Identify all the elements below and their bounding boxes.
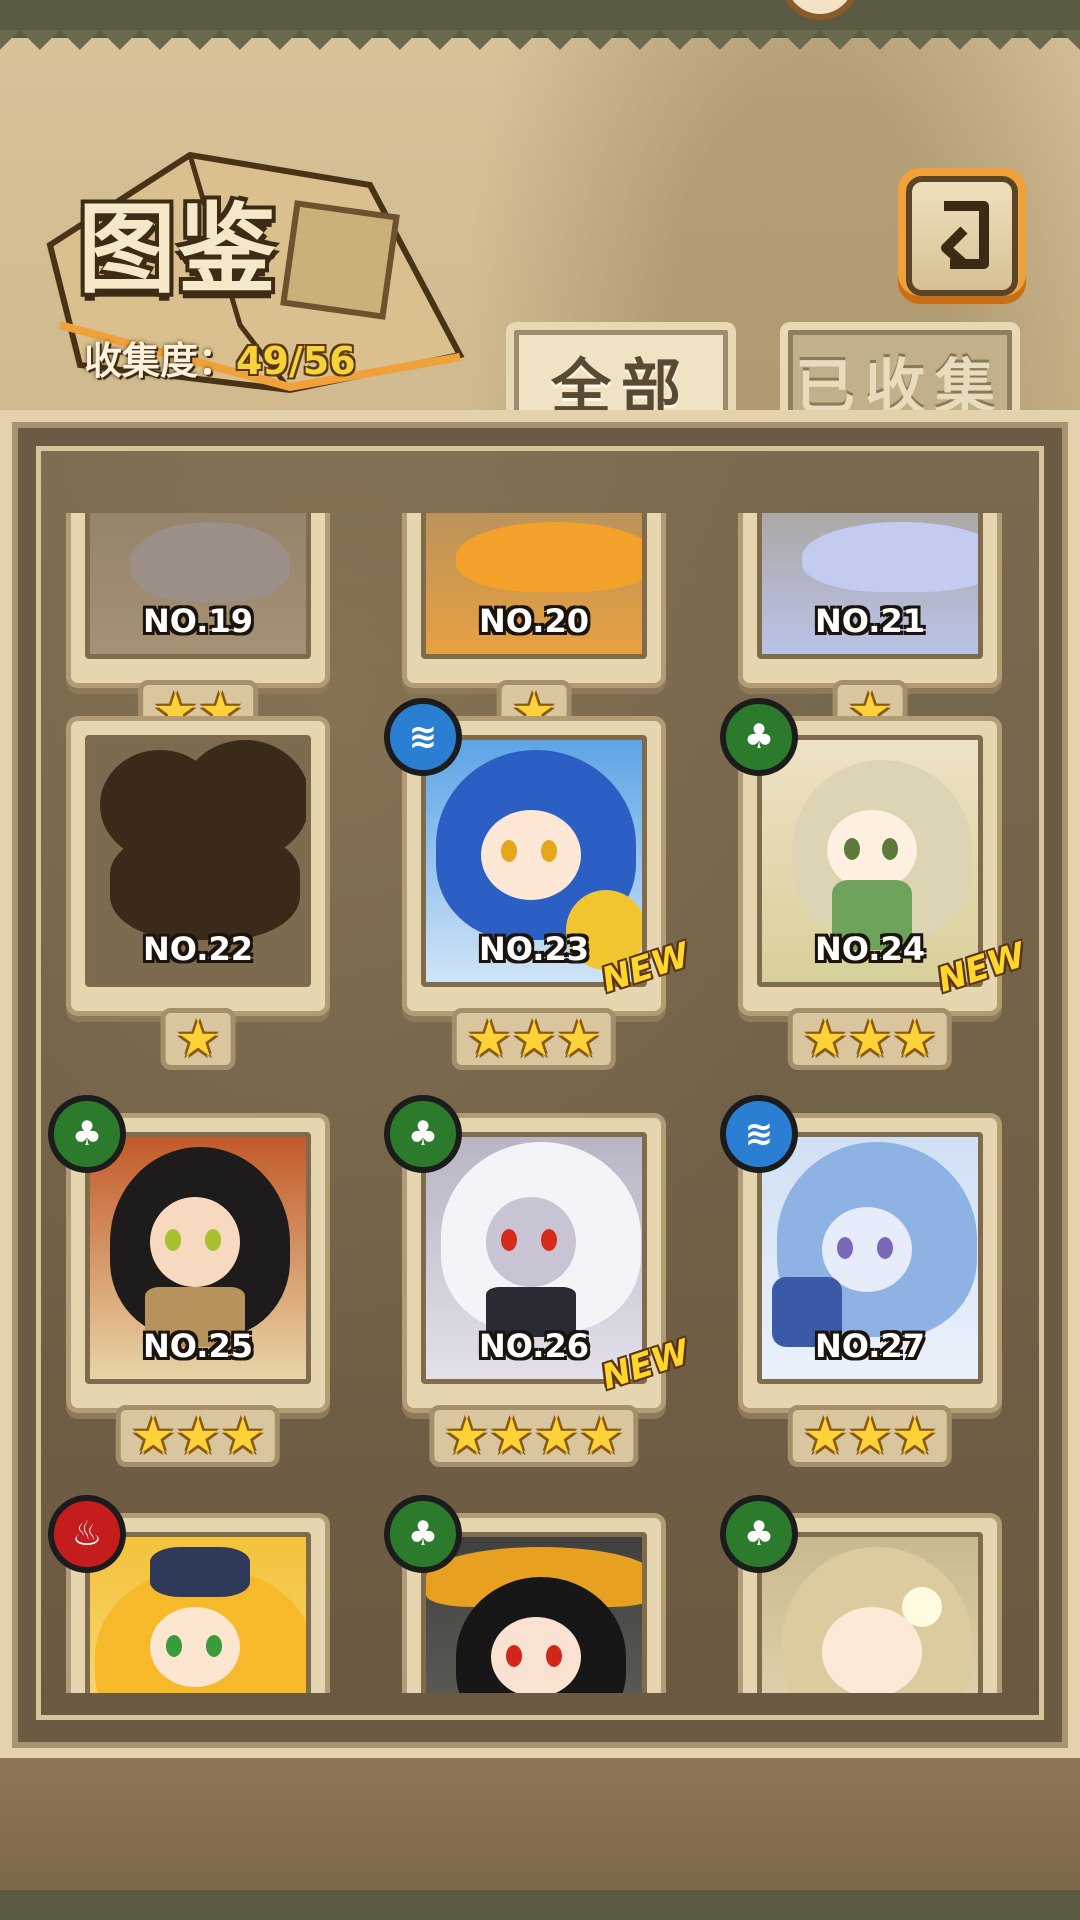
stars: ★ bbox=[175, 1010, 221, 1068]
back-button[interactable] bbox=[898, 168, 1026, 304]
back-arrow-icon bbox=[941, 201, 989, 269]
collection-progress: 收集度：49/56 bbox=[84, 330, 356, 383]
stars: ★★★ bbox=[802, 1010, 938, 1068]
monster-card-27[interactable]: ≋ NO.27 ★★★ bbox=[720, 1095, 1020, 1483]
monster-card-29[interactable]: ♣ bbox=[384, 1495, 684, 1693]
page-title: 图鉴 bbox=[78, 192, 279, 307]
leaf-element-icon: ♣ bbox=[384, 1495, 462, 1573]
card-number: NO.25 bbox=[143, 1327, 253, 1365]
stars: ★★★★ bbox=[444, 1407, 624, 1465]
top-border bbox=[0, 30, 1080, 70]
monster-card-26[interactable]: ♣ NO.26 NEW ★★★★ bbox=[384, 1095, 694, 1483]
star-rating: ★★★ bbox=[451, 1008, 617, 1070]
star-rating: ★ bbox=[160, 1008, 236, 1070]
water-element-icon: ≋ bbox=[720, 1095, 798, 1173]
card-grid[interactable]: NO.19 ★★ NO.20 ★ NO.21 ★ NO.22 ★ ≋ NO.23… bbox=[48, 513, 1032, 1693]
leaf-element-icon: ♣ bbox=[48, 1095, 126, 1173]
monster-card-22[interactable]: NO.22 ★ bbox=[48, 716, 348, 1086]
water-element-icon: ≋ bbox=[384, 698, 462, 776]
star-rating: ★★★ bbox=[787, 1008, 953, 1070]
leaf-element-icon: ♣ bbox=[384, 1095, 462, 1173]
card-number: NO.27 bbox=[815, 1327, 925, 1365]
monster-card-30[interactable]: ♣ bbox=[720, 1495, 1020, 1693]
monster-card-28[interactable]: ♨ bbox=[48, 1495, 348, 1693]
monster-card-23[interactable]: ≋ NO.23 NEW ★★★ bbox=[384, 698, 694, 1086]
stars: ★★★ bbox=[802, 1407, 938, 1465]
star-rating: ★★★★ bbox=[429, 1405, 639, 1467]
monster-card-24[interactable]: ♣ NO.24 NEW ★★★ bbox=[720, 698, 1030, 1086]
card-number: NO.20 bbox=[479, 602, 589, 640]
collection-value: 49/56 bbox=[236, 339, 356, 383]
leaf-element-icon: ♣ bbox=[720, 698, 798, 776]
star-rating: ★★★ bbox=[115, 1405, 281, 1467]
monster-card-25[interactable]: ♣ NO.25 ★★★ bbox=[48, 1095, 348, 1483]
stars: ★★★ bbox=[466, 1010, 602, 1068]
fire-element-icon: ♨ bbox=[48, 1495, 126, 1573]
star-rating: ★★★ bbox=[787, 1405, 953, 1467]
card-number: NO.22 bbox=[143, 930, 253, 968]
bottom-border bbox=[0, 1820, 1080, 1920]
card-number: NO.21 bbox=[815, 602, 925, 640]
stars: ★★★ bbox=[130, 1407, 266, 1465]
leaf-element-icon: ♣ bbox=[720, 1495, 798, 1573]
card-number: NO.19 bbox=[143, 602, 253, 640]
collection-label: 收集度： bbox=[84, 339, 237, 383]
